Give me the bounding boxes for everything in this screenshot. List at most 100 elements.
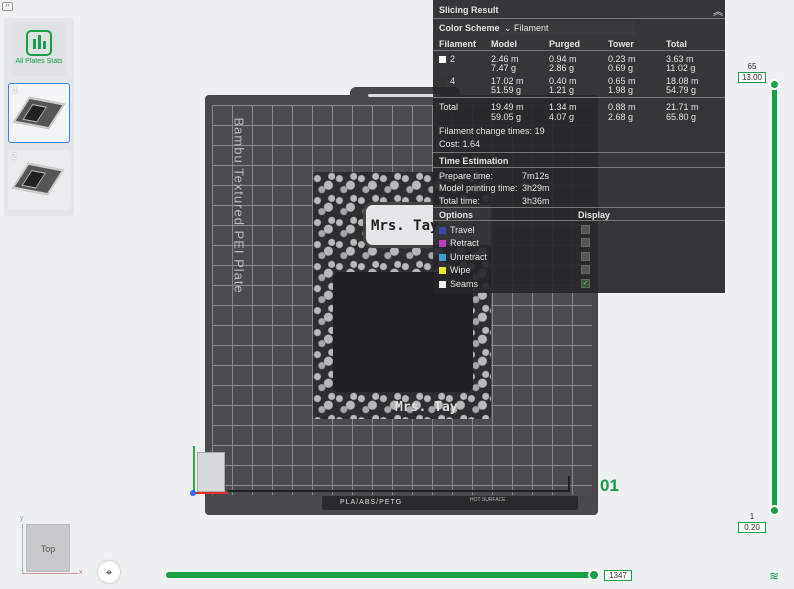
view-x-axis-label: x xyxy=(79,569,83,576)
display-label: Display xyxy=(578,210,611,220)
cost-label: Cost: 1.64 xyxy=(439,139,481,149)
filament-total-weight: 11.02 g xyxy=(666,63,696,73)
y-axis-line xyxy=(193,446,195,492)
option-color-swatch xyxy=(439,254,446,261)
filament-row-id: 2 xyxy=(439,54,455,64)
plate-thumbnail-1[interactable]: 1 xyxy=(8,83,70,143)
plate-hot-surface-text: HOT SURFACE xyxy=(470,497,506,503)
wipe-display-checkbox[interactable] xyxy=(581,265,590,274)
option-color-swatch xyxy=(439,227,446,234)
all-plates-stats-button[interactable]: All Plates Stats xyxy=(12,22,66,76)
bottom-layer-number: 1 xyxy=(749,512,755,521)
model-name-text: Mrs. Tay xyxy=(371,218,439,234)
total-model-weight: 59.05 g xyxy=(491,112,522,122)
filament-row-id: 4 xyxy=(439,76,455,86)
filament-tower-weight: 1.98 g xyxy=(608,85,634,95)
total-purged-length: 1.34 m xyxy=(549,102,577,112)
bar-chart-icon xyxy=(26,30,52,56)
view-y-axis-label: y xyxy=(20,515,24,522)
move-slider-handle[interactable] xyxy=(588,569,600,581)
panel-toggle-icon[interactable]: ‹› xyxy=(2,2,13,11)
color-scheme-label: Color Scheme xyxy=(439,23,500,33)
filament-purged-weight: 1.21 g xyxy=(549,85,575,95)
plate-number: 1 xyxy=(13,86,18,95)
total-time-label: Total time: xyxy=(439,196,481,206)
travel-display-checkbox[interactable] xyxy=(581,225,590,234)
x-axis-line xyxy=(192,492,228,494)
prepare-time-label: Prepare time: xyxy=(439,171,494,181)
filament-model-weight: 51.59 g xyxy=(491,85,522,95)
view-x-axis xyxy=(22,573,78,574)
plate-preview-image xyxy=(12,96,66,130)
plate-border-line xyxy=(228,490,570,492)
plate-index-label: 01 xyxy=(600,476,619,495)
total-purged-weight: 4.07 g xyxy=(549,112,575,122)
filament-model-weight: 7.47 g xyxy=(491,63,517,73)
col-model: Model xyxy=(491,39,517,49)
z-axis-marker xyxy=(190,490,196,496)
bottom-layer-height[interactable]: 0.20 xyxy=(738,522,766,533)
collapse-icon[interactable]: ︽ xyxy=(713,3,723,18)
plate-number: 2 xyxy=(12,152,17,161)
plate-material-text: PLA/ABS/PETG xyxy=(340,499,403,506)
plate-thumbnail-2[interactable]: 2 xyxy=(8,150,70,210)
option-travel: Travel xyxy=(439,225,475,235)
model-printing-time-value: 3h29m xyxy=(522,183,550,193)
options-label: Options xyxy=(439,210,473,220)
total-tower-weight: 2.68 g xyxy=(608,112,634,122)
plate-brand-text: Bambu Textured PEI Plate xyxy=(231,117,247,294)
move-slider-value[interactable]: 1347 xyxy=(604,570,632,581)
col-filament: Filament xyxy=(439,39,477,49)
plate-border-line xyxy=(568,476,570,492)
slicing-result-title: Slicing Result xyxy=(439,5,499,15)
focus-frame-icon: ⌖ xyxy=(105,565,113,579)
top-layer-handle[interactable] xyxy=(769,79,780,90)
total-total-length: 21.71 m xyxy=(666,102,699,112)
total-label: Total xyxy=(439,102,459,112)
option-unretract: Unretract xyxy=(439,252,487,262)
color-scheme-dropdown[interactable]: ⌄ Filament xyxy=(500,21,635,35)
bottom-layer-handle[interactable] xyxy=(769,505,780,516)
check-icon: ✓ xyxy=(582,280,589,287)
layer-range-slider[interactable] xyxy=(772,84,777,512)
filament-color-swatch xyxy=(439,56,446,63)
layers-icon[interactable]: ≋ xyxy=(769,570,781,582)
filament-change-label: Filament change times: 19 xyxy=(439,126,545,136)
option-wipe: Wipe xyxy=(439,265,471,275)
top-layer-number: 65 xyxy=(747,62,757,71)
total-time-value: 3h36m xyxy=(522,196,550,206)
chevron-down-icon: ⌄ xyxy=(504,23,515,33)
col-purged: Purged xyxy=(549,39,581,49)
seams-display-checkbox[interactable]: ✓ xyxy=(581,279,590,288)
filament-tower-weight: 0.69 g xyxy=(608,63,634,73)
option-seams: Seams xyxy=(439,279,478,289)
view-cube[interactable]: Top xyxy=(26,524,70,572)
retract-display-checkbox[interactable] xyxy=(581,238,590,247)
time-estimation-title: Time Estimation xyxy=(439,156,509,166)
filament-total-weight: 54.79 g xyxy=(666,85,697,95)
view-y-axis xyxy=(22,524,23,574)
color-scheme-value: Filament xyxy=(514,23,549,33)
option-color-swatch xyxy=(439,267,446,274)
top-layer-height[interactable]: 13.00 xyxy=(738,72,766,83)
option-retract: Retract xyxy=(439,238,479,248)
all-plates-stats-label: All Plates Stats xyxy=(15,58,63,65)
total-model-length: 19.49 m xyxy=(491,102,524,112)
origin-marker xyxy=(197,452,225,492)
filament-purged-weight: 2.86 g xyxy=(549,63,575,73)
plate-preview-image xyxy=(11,162,65,196)
filament-color-swatch xyxy=(439,78,446,85)
fit-view-button[interactable]: ⌖ xyxy=(98,561,120,583)
move-slider-track[interactable] xyxy=(166,572,596,578)
total-tower-length: 0.88 m xyxy=(608,102,636,112)
model-name-text-bottom: Mrs. Tay xyxy=(395,400,458,415)
unretract-display-checkbox[interactable] xyxy=(581,252,590,261)
col-total: Total xyxy=(666,39,687,49)
build-plate-handle xyxy=(368,94,440,97)
prepare-time-value: 7m12s xyxy=(522,171,550,181)
option-color-swatch xyxy=(439,281,446,288)
option-color-swatch xyxy=(439,240,446,247)
col-tower: Tower xyxy=(608,39,634,49)
total-total-weight: 65.80 g xyxy=(666,112,697,122)
plates-sidebar: All Plates Stats 1 2 xyxy=(4,18,74,216)
